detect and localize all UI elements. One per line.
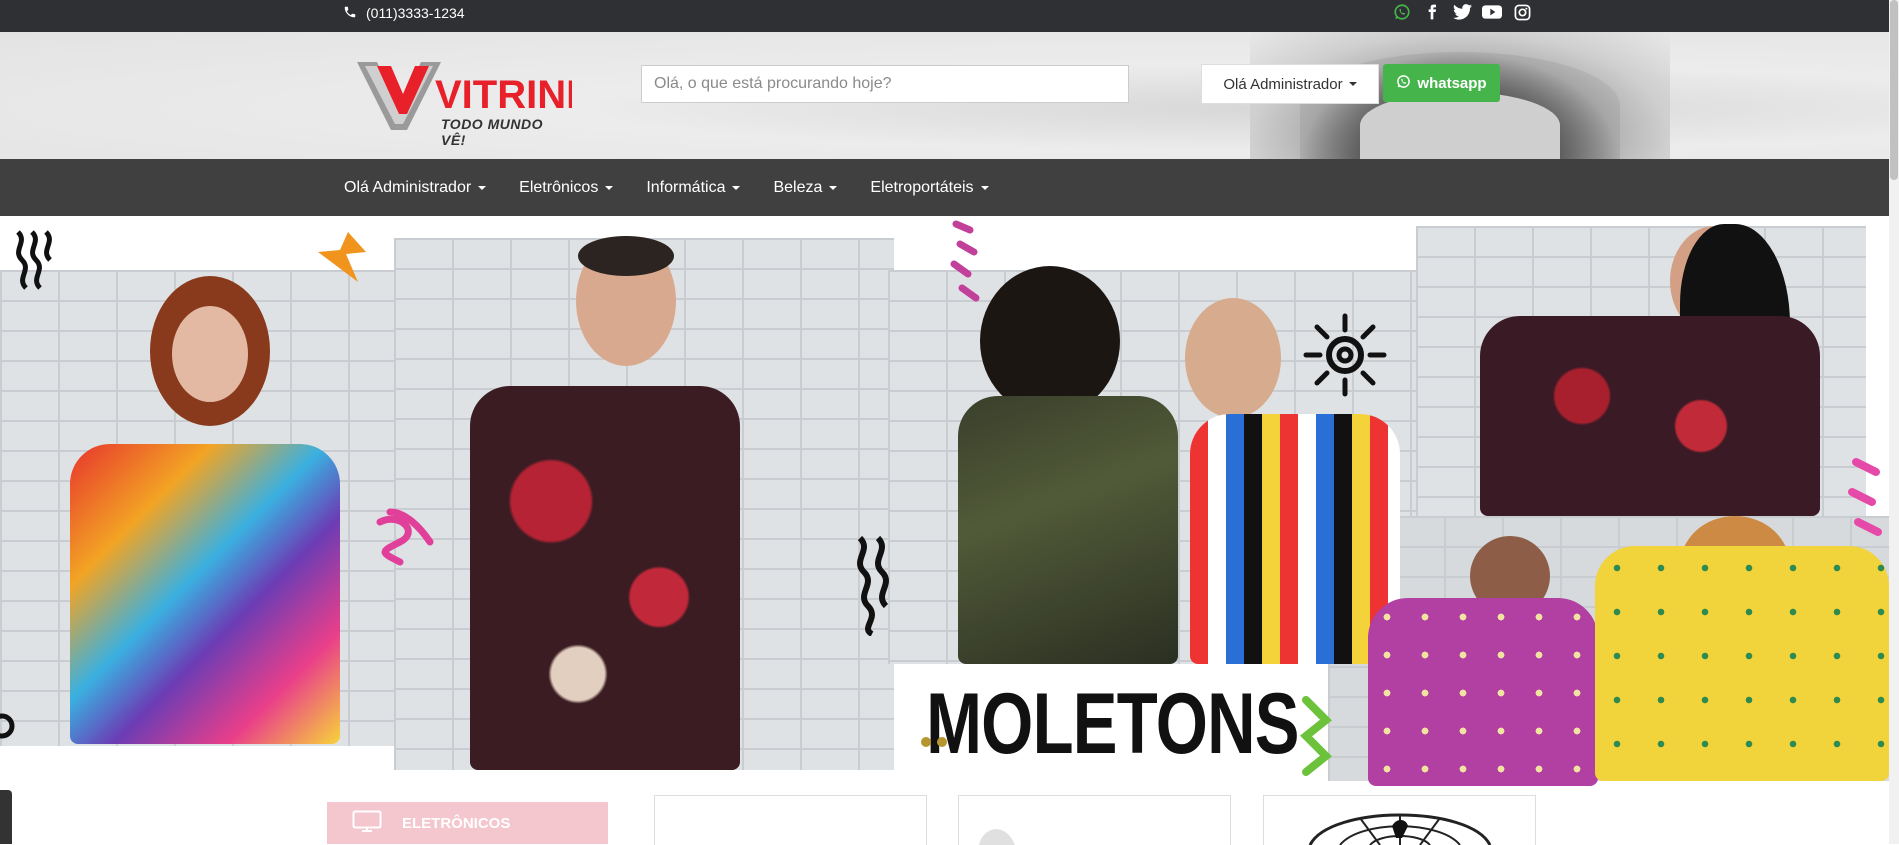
dash-decoration: [1848, 458, 1882, 536]
nav-item-label: Eletrônicos: [519, 178, 599, 196]
dash-decoration: [950, 220, 980, 302]
bolt-decoration: [318, 232, 366, 282]
nav-item-eletronicos[interactable]: Eletrônicos: [519, 179, 646, 197]
squiggle-decoration: [857, 536, 889, 636]
whatsapp-label: whatsapp: [1417, 74, 1487, 92]
model-figure: [172, 306, 248, 402]
scrollbar-thumb[interactable]: [1890, 0, 1898, 180]
model-figure: [578, 236, 674, 276]
banner-headline: MOLETONS: [926, 664, 1300, 784]
side-widget-tab[interactable]: [0, 790, 12, 844]
model-figure: [958, 396, 1178, 664]
caret-down-icon: [478, 185, 487, 190]
phone-number: (011)3333-1234: [366, 5, 465, 21]
model-figure: [1480, 316, 1820, 516]
whatsapp-icon: [1396, 74, 1411, 93]
carousel-indicators[interactable]: [921, 737, 947, 747]
squiggle-decoration: [15, 230, 53, 290]
phone-icon: [343, 5, 357, 22]
top-bar: (011)3333-1234: [0, 0, 1889, 32]
monitor-icon: [352, 810, 382, 836]
nav-item-label: Olá Administrador: [344, 178, 472, 196]
caret-down-icon: [605, 185, 614, 190]
product-image: [979, 829, 1015, 845]
site-logo[interactable]: VITRINE TODO MUNDO VÊ!: [357, 58, 593, 148]
carousel-dot[interactable]: [937, 737, 947, 747]
model-figure: [70, 444, 340, 744]
page-scrollbar[interactable]: [1889, 0, 1899, 844]
nav-item-informatica[interactable]: Informática: [646, 179, 773, 197]
sun-decoration: [1303, 313, 1387, 397]
twitter-icon[interactable]: [1452, 2, 1472, 22]
scribble-decoration: [376, 508, 434, 566]
svg-text:VITRINE: VITRINE: [435, 73, 572, 117]
category-label: ELETRÔNICOS: [402, 814, 511, 832]
scribble-decoration: [1300, 696, 1332, 776]
nav-item-label: Beleza: [773, 178, 823, 196]
caret-down-icon: [732, 185, 741, 190]
model-figure: [1368, 598, 1598, 786]
carousel-dot[interactable]: [921, 737, 931, 747]
whatsapp-icon[interactable]: [1392, 2, 1412, 22]
header-face-shape: [1360, 92, 1560, 159]
nav-item-eletroportateis[interactable]: Eletroportáteis: [870, 179, 1021, 197]
category-eletronicos[interactable]: ELETRÔNICOS: [327, 802, 608, 844]
logo-tagline: TODO MUNDO VÊ!: [441, 116, 543, 148]
facebook-icon[interactable]: [1422, 2, 1442, 22]
product-image: [1308, 813, 1492, 845]
user-menu-label: Olá Administrador: [1223, 75, 1343, 93]
model-figure: [1595, 546, 1889, 781]
nav-item-label: Informática: [646, 178, 726, 196]
model-figure: [470, 386, 740, 770]
caret-down-icon: [1348, 82, 1357, 86]
instagram-icon[interactable]: [1512, 2, 1532, 22]
model-figure: [980, 266, 1120, 416]
user-menu-button[interactable]: Olá Administrador: [1201, 64, 1379, 104]
whatsapp-button[interactable]: whatsapp: [1383, 64, 1500, 102]
youtube-icon[interactable]: [1482, 2, 1502, 22]
search-input[interactable]: [641, 65, 1129, 103]
sun-decoration: [0, 713, 15, 739]
nav-item-account[interactable]: Olá Administrador: [344, 179, 519, 197]
main-nav: Olá Administrador Eletrônicos Informátic…: [0, 159, 1889, 216]
product-card[interactable]: [958, 795, 1231, 845]
social-links: [1392, 2, 1532, 22]
nav-item-beleza[interactable]: Beleza: [773, 179, 870, 197]
caret-down-icon: [829, 185, 838, 190]
phone-contact: (011)3333-1234: [343, 0, 465, 26]
nav-item-label: Eletroportáteis: [870, 178, 974, 196]
model-figure: [1185, 298, 1281, 418]
caret-down-icon: [980, 185, 989, 190]
product-card[interactable]: [654, 795, 927, 845]
product-card[interactable]: [1263, 795, 1536, 845]
hero-banner[interactable]: MOLETONS: [0, 216, 1889, 786]
